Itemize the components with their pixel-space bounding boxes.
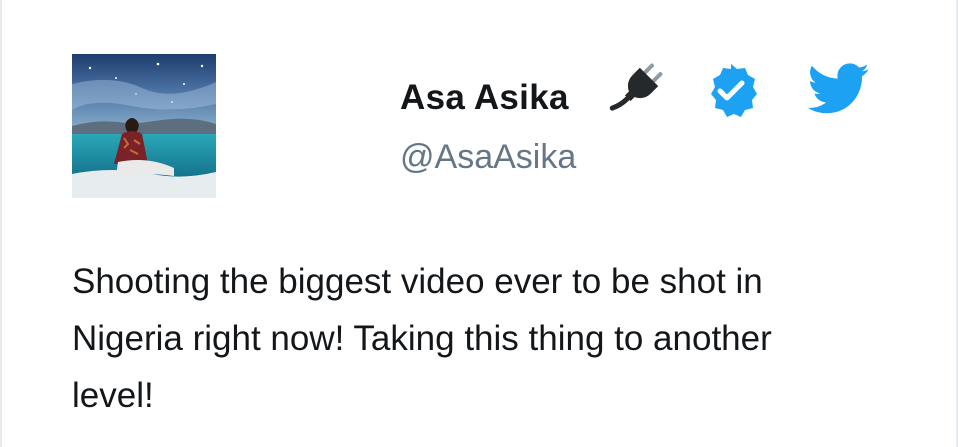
electric-plug-icon xyxy=(602,54,672,124)
verified-badge-icon xyxy=(703,62,759,118)
twitter-bird-icon[interactable] xyxy=(807,62,870,116)
tweet-text: Shooting the biggest video ever to be sh… xyxy=(72,262,772,415)
user-handle[interactable]: @AsaAsika xyxy=(400,138,576,177)
tweet-card: Asa Asika @AsaAsika Shooting the biggest… xyxy=(0,0,958,447)
avatar-image xyxy=(72,54,216,198)
avatar[interactable] xyxy=(72,54,216,198)
display-name[interactable]: Asa Asika xyxy=(400,78,569,118)
